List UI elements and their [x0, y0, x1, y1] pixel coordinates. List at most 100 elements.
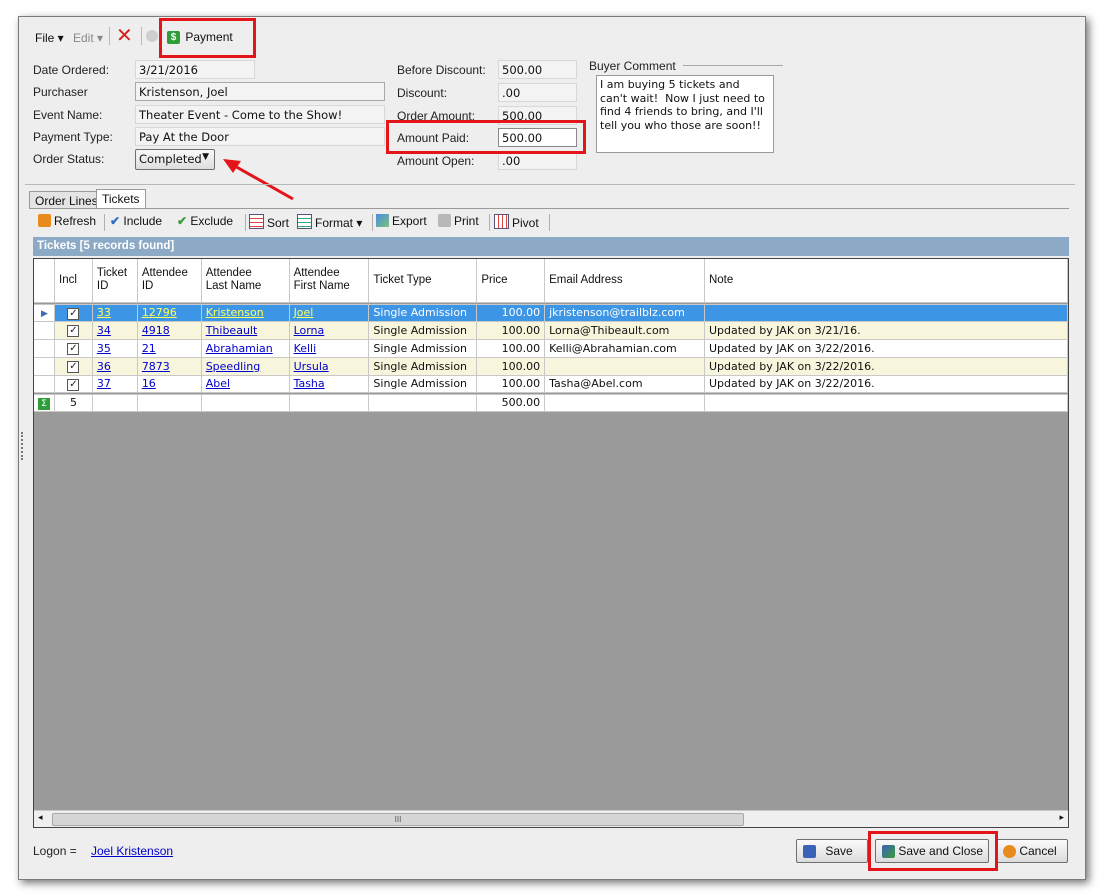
note-cell[interactable] [704, 303, 1068, 322]
attendee-id-link[interactable]: 4918 [142, 324, 170, 337]
last-name-link[interactable]: Kristenson [206, 306, 264, 319]
save-button[interactable]: Save [796, 839, 868, 863]
ticket-id-link[interactable]: 35 [97, 342, 111, 355]
row-indicator[interactable] [34, 321, 55, 340]
ticket-type-cell[interactable]: Single Admission [368, 321, 478, 340]
header-ticket-id[interactable]: Ticket ID [92, 259, 138, 305]
header-price[interactable]: Price [476, 259, 546, 305]
scroll-left-icon[interactable]: ◂ [38, 812, 43, 823]
ticket-id-cell[interactable]: 33 [92, 303, 138, 322]
header-first-name[interactable]: Attendee First Name [289, 259, 370, 305]
price-cell[interactable]: 100.00 [476, 321, 546, 340]
first-name-link[interactable]: Joel [294, 306, 314, 319]
ticket-id-link[interactable]: 37 [97, 377, 111, 390]
first-name-link[interactable]: Kelli [294, 342, 317, 355]
table-row[interactable]: ✓ 37 16 Abel Tasha Single Admission 100.00 Tash… [34, 375, 1068, 394]
price-cell[interactable]: 100.00 [476, 339, 546, 358]
sort-button[interactable]: Sort [249, 214, 289, 230]
include-checkbox[interactable]: ✓ [54, 339, 93, 358]
last-name-cell[interactable]: Kristenson [201, 303, 290, 322]
first-name-cell[interactable]: Lorna [289, 321, 370, 340]
logon-user-link[interactable]: Joel Kristenson [91, 844, 173, 858]
table-row[interactable]: ✓ 34 4918 Thibeault Lorna Single Admission 100… [34, 321, 1068, 340]
last-name-link[interactable]: Abel [206, 377, 230, 390]
last-name-cell[interactable]: Thibeault [201, 321, 290, 340]
email-cell[interactable]: jkristenson@trailblz.com [544, 303, 705, 322]
ticket-type-cell[interactable]: Single Admission [368, 357, 478, 376]
ticket-id-cell[interactable]: 36 [92, 357, 138, 376]
note-cell[interactable]: Updated by JAK on 3/22/2016. [704, 339, 1068, 358]
horizontal-scrollbar[interactable]: ◂ III ▸ [34, 810, 1068, 827]
note-cell[interactable]: Updated by JAK on 3/22/2016. [704, 357, 1068, 376]
include-checkbox[interactable]: ✓ [54, 321, 93, 340]
file-menu[interactable]: File ▾ [35, 31, 64, 45]
print-button[interactable]: Print [438, 214, 479, 228]
include-checkbox[interactable]: ✓ [54, 375, 93, 394]
edit-menu[interactable]: Edit ▾ [73, 31, 103, 45]
email-cell[interactable]: Tasha@Abel.com [544, 375, 705, 394]
include-button[interactable]: ✔ Include [110, 214, 162, 228]
price-cell[interactable]: 100.00 [476, 357, 546, 376]
header-incl[interactable]: Incl [54, 259, 93, 305]
header-note[interactable]: Note [704, 259, 1068, 305]
splitter-handle[interactable] [21, 432, 26, 460]
row-indicator[interactable] [34, 357, 55, 376]
ticket-id-link[interactable]: 33 [97, 306, 111, 319]
event-name-field[interactable]: Theater Event - Come to the Show! [135, 105, 385, 124]
first-name-cell[interactable]: Joel [289, 303, 370, 322]
attendee-id-cell[interactable]: 21 [137, 339, 202, 358]
last-name-link[interactable]: Abrahamian [206, 342, 273, 355]
ticket-id-link[interactable]: 36 [97, 360, 111, 373]
scroll-right-icon[interactable]: ▸ [1059, 812, 1064, 823]
last-name-cell[interactable]: Speedling [201, 357, 290, 376]
ticket-type-cell[interactable]: Single Admission [368, 375, 478, 394]
first-name-link[interactable]: Lorna [294, 324, 325, 337]
first-name-link[interactable]: Ursula [294, 360, 329, 373]
last-name-cell[interactable]: Abel [201, 375, 290, 394]
purchaser-field[interactable]: Kristenson, Joel [135, 82, 385, 101]
discount-field[interactable]: .00 [498, 83, 577, 102]
format-button[interactable]: Format ▾ [297, 214, 362, 230]
note-cell[interactable]: Updated by JAK on 3/22/2016. [704, 375, 1068, 394]
refresh-button[interactable]: Refresh [38, 214, 96, 228]
attendee-id-cell[interactable]: 4918 [137, 321, 202, 340]
order-status-dropdown[interactable]: Completed ▼ [135, 149, 215, 170]
header-attendee-id[interactable]: Attendee ID [137, 259, 202, 305]
table-row[interactable]: ✓ 36 7873 Speedling Ursula Single Admission 10… [34, 357, 1068, 376]
scroll-thumb[interactable]: III [52, 813, 744, 826]
attendee-id-cell[interactable]: 16 [137, 375, 202, 394]
ticket-id-cell[interactable]: 34 [92, 321, 138, 340]
email-cell[interactable] [544, 357, 705, 376]
price-cell[interactable]: 100.00 [476, 303, 546, 322]
last-name-link[interactable]: Speedling [206, 360, 261, 373]
include-checkbox[interactable]: ✓ [54, 303, 93, 322]
header-ticket-type[interactable]: Ticket Type [368, 259, 478, 305]
ticket-id-cell[interactable]: 37 [92, 375, 138, 394]
include-checkbox[interactable]: ✓ [54, 357, 93, 376]
header-last-name[interactable]: Attendee Last Name [201, 259, 290, 305]
row-indicator[interactable] [34, 375, 55, 394]
attendee-id-link[interactable]: 7873 [142, 360, 170, 373]
attendee-id-link[interactable]: 21 [142, 342, 156, 355]
last-name-link[interactable]: Thibeault [206, 324, 258, 337]
row-indicator[interactable] [34, 339, 55, 358]
delete-icon[interactable]: ✕ [116, 26, 133, 46]
before-discount-field[interactable]: 500.00 [498, 60, 577, 79]
email-cell[interactable]: Kelli@Abrahamian.com [544, 339, 705, 358]
ticket-type-cell[interactable]: Single Admission [368, 339, 478, 358]
header-email[interactable]: Email Address [544, 259, 705, 305]
export-button[interactable]: Export [376, 214, 427, 228]
note-cell[interactable]: Updated by JAK on 3/21/16. [704, 321, 1068, 340]
tab-tickets[interactable]: Tickets [96, 189, 146, 209]
table-row[interactable]: ✓ 35 21 Abrahamian Kelli Single Admission 100.… [34, 339, 1068, 358]
first-name-cell[interactable]: Tasha [289, 375, 370, 394]
row-indicator[interactable]: ▶ [34, 303, 55, 322]
date-ordered-field[interactable]: 3/21/2016 [135, 60, 255, 79]
first-name-link[interactable]: Tasha [294, 377, 325, 390]
ticket-id-cell[interactable]: 35 [92, 339, 138, 358]
attendee-id-link[interactable]: 12796 [142, 306, 177, 319]
attendee-id-cell[interactable]: 12796 [137, 303, 202, 322]
attendee-id-cell[interactable]: 7873 [137, 357, 202, 376]
ticket-id-link[interactable]: 34 [97, 324, 111, 337]
price-cell[interactable]: 100.00 [476, 375, 546, 394]
